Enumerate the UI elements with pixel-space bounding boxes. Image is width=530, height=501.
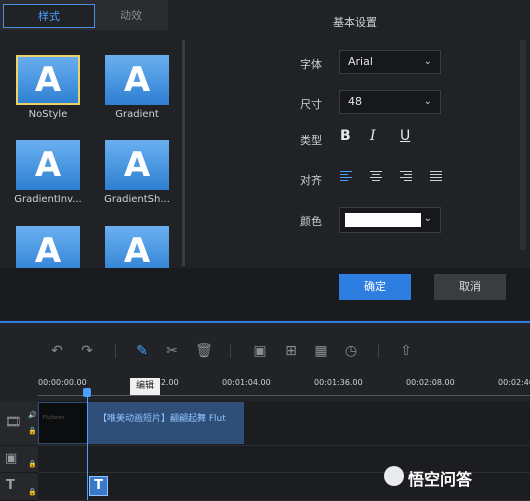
scissors-icon[interactable]: ✂ xyxy=(163,342,181,360)
style-nostyle[interactable]: A xyxy=(16,55,80,105)
text-clip[interactable]: T xyxy=(89,476,108,496)
ruler-line xyxy=(38,395,530,396)
export-icon[interactable]: ⇧ xyxy=(397,342,415,360)
ok-button[interactable]: 确定 xyxy=(339,274,411,300)
film-icon: 🎞 xyxy=(5,415,22,430)
image-icon: ▣ xyxy=(5,451,18,466)
settings-scrollbar[interactable] xyxy=(520,40,526,250)
chevron-down-icon: ⌄ xyxy=(423,96,432,107)
clock-icon[interactable]: ◷ xyxy=(342,342,360,360)
font-label: 字体 xyxy=(300,58,322,71)
clip-thumbnail: Flutterer xyxy=(39,403,87,443)
speaker-icon[interactable]: 🔊 xyxy=(28,411,37,419)
clip-title: 【唯美动画短片】翩翩起舞 Flut xyxy=(98,414,226,424)
align-label: 对齐 xyxy=(300,174,322,187)
crop-icon[interactable]: ▣ xyxy=(251,342,269,360)
align-justify-icon[interactable] xyxy=(430,171,442,183)
underline-button[interactable]: U xyxy=(400,128,410,144)
video-clip[interactable]: Flutterer 【唯美动画短片】翩翩起舞 Flut xyxy=(38,402,244,444)
video-track-header: 🎞 🔊 🔒 xyxy=(0,401,38,446)
lock-icon[interactable]: 🔒 xyxy=(28,460,37,468)
style-label: Gradient xyxy=(115,109,159,120)
align-right-icon[interactable] xyxy=(400,171,412,183)
style-label: GradientInv... xyxy=(14,194,82,205)
style-gradient-shadow[interactable]: A xyxy=(105,140,169,190)
style-label: GradientSh... xyxy=(104,194,170,205)
tick-label: 00:02:40 xyxy=(498,378,530,387)
panel-scrollbar[interactable] xyxy=(182,40,185,266)
settings-title: 基本设置 xyxy=(333,16,377,29)
style-gradient-inverse[interactable]: A xyxy=(16,140,80,190)
text-icon: T xyxy=(6,478,15,493)
watermark-text: 悟空问答 xyxy=(408,470,473,489)
undo-icon[interactable]: ↶ xyxy=(48,342,66,360)
size-label: 尺寸 xyxy=(300,98,322,111)
size-value: 48 xyxy=(348,95,362,108)
font-value: Arial xyxy=(348,55,373,68)
font-select[interactable]: Arial ⌄ xyxy=(339,50,441,74)
redo-icon[interactable]: ↷ xyxy=(78,342,96,360)
bold-button[interactable]: B xyxy=(340,128,351,144)
edit-icon[interactable]: ✎ xyxy=(133,342,151,360)
playhead-handle[interactable] xyxy=(83,388,91,397)
chevron-down-icon: ⌄ xyxy=(423,56,432,67)
cancel-button[interactable]: 取消 xyxy=(434,274,506,300)
watermark-logo-icon xyxy=(384,466,404,486)
tick-label: 00:00:00.00 xyxy=(38,378,87,387)
divider xyxy=(115,344,116,358)
text-track-header: T 🔒 xyxy=(0,473,38,501)
pip-track-header: ▣ 🔒 xyxy=(0,446,38,473)
lock-icon[interactable]: 🔒 xyxy=(28,427,37,435)
mosaic-icon[interactable]: ▦ xyxy=(312,342,330,360)
lock-icon[interactable]: 🔒 xyxy=(28,488,37,496)
style-gradient[interactable]: A xyxy=(105,55,169,105)
color-label: 颜色 xyxy=(300,215,322,228)
edit-tooltip: 编辑 xyxy=(130,378,160,395)
chevron-down-icon: ⌄ xyxy=(423,213,432,224)
style-item[interactable]: A xyxy=(105,226,169,268)
tick-label: 00:01:36.00 xyxy=(314,378,363,387)
divider xyxy=(230,344,231,358)
tab-style[interactable]: 样式 xyxy=(3,4,95,28)
color-swatch xyxy=(345,213,421,227)
style-label: NoStyle xyxy=(28,109,68,120)
tick-label: 00:01:04.00 xyxy=(222,378,271,387)
add-frame-icon[interactable]: ⊞ xyxy=(282,342,300,360)
style-item[interactable]: A xyxy=(16,226,80,268)
tab-effect[interactable]: 动效 xyxy=(96,4,166,28)
align-center-icon[interactable] xyxy=(370,171,382,183)
delete-icon[interactable]: 🗑 xyxy=(195,342,213,360)
type-label: 类型 xyxy=(300,134,322,147)
tick-label: 00:02:08.00 xyxy=(406,378,455,387)
size-select[interactable]: 48 ⌄ xyxy=(339,90,441,114)
italic-button[interactable]: I xyxy=(370,128,376,144)
color-picker[interactable]: ⌄ xyxy=(339,207,441,233)
playhead-line xyxy=(87,392,88,500)
align-left-icon[interactable] xyxy=(340,171,352,183)
divider xyxy=(378,344,379,358)
